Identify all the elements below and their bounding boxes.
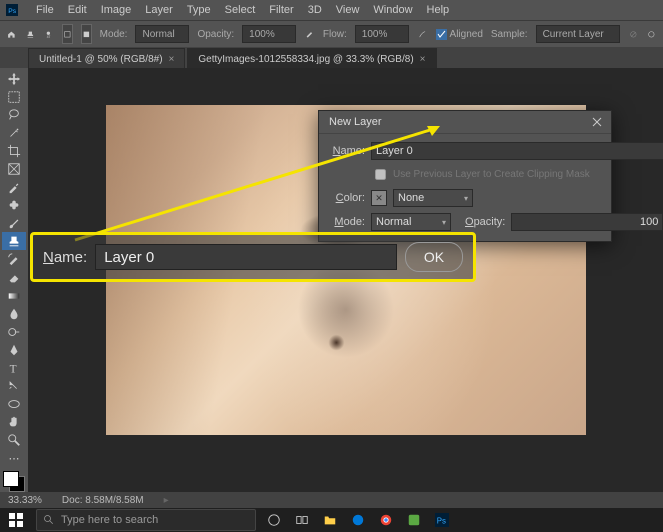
menu-layer[interactable]: Layer: [145, 4, 173, 16]
marquee-tool-icon[interactable]: [2, 88, 26, 106]
shape-tool-icon[interactable]: [2, 395, 26, 413]
cortana-icon[interactable]: [260, 508, 288, 532]
wand-tool-icon[interactable]: [2, 124, 26, 142]
dialog-title: New Layer: [329, 116, 382, 128]
dodge-tool-icon[interactable]: [2, 323, 26, 341]
pressure-opacity-icon[interactable]: [304, 24, 315, 44]
stamp-tool-icon[interactable]: [2, 232, 26, 250]
eyedropper-tool-icon[interactable]: [2, 178, 26, 196]
callout-name-input[interactable]: [95, 244, 397, 270]
explorer-icon[interactable]: [316, 508, 344, 532]
menu-3d[interactable]: 3D: [308, 4, 322, 16]
svg-text:47: 47: [47, 35, 51, 39]
color-swatch-icon[interactable]: ✕: [371, 190, 387, 206]
menu-window[interactable]: Window: [373, 4, 412, 16]
pen-tool-icon[interactable]: [2, 341, 26, 359]
menu-filter[interactable]: Filter: [269, 4, 293, 16]
menu-type[interactable]: Type: [187, 4, 211, 16]
menu-select[interactable]: Select: [225, 4, 256, 16]
svg-text:Ps: Ps: [437, 517, 446, 526]
color-select[interactable]: None: [393, 189, 473, 207]
menu-view[interactable]: View: [336, 4, 360, 16]
new-layer-dialog: New Layer Name: Use Previous Layer to Cr…: [318, 110, 612, 242]
camtasia-icon[interactable]: [400, 508, 428, 532]
move-tool-icon[interactable]: [2, 70, 26, 88]
task-view-icon[interactable]: [288, 508, 316, 532]
zoom-level[interactable]: 33.33%: [8, 495, 42, 506]
aligned-checkbox[interactable]: Aligned: [436, 29, 483, 40]
opacity-select[interactable]: 100%: [242, 25, 296, 43]
windows-taskbar: Type here to search Ps: [0, 508, 663, 532]
callout-ok-button[interactable]: OK: [405, 242, 463, 272]
name-input[interactable]: [371, 142, 663, 160]
chrome-icon[interactable]: [372, 508, 400, 532]
stamp-tool-icon[interactable]: [25, 24, 36, 44]
crop-tool-icon[interactable]: [2, 142, 26, 160]
color-label: Color:: [329, 192, 365, 204]
mode-select[interactable]: Normal: [135, 25, 189, 43]
tab-gettyimages[interactable]: GettyImages-1012558334.jpg @ 33.3% (RGB/…: [187, 48, 436, 69]
zoom-tool-icon[interactable]: [2, 431, 26, 449]
status-bar: 33.33% Doc: 8.58M/8.58M ▸: [0, 492, 663, 508]
photoshop-taskbar-icon[interactable]: Ps: [428, 508, 456, 532]
brush-panel-icon[interactable]: [62, 24, 73, 44]
search-icon: [43, 514, 55, 526]
start-button[interactable]: [0, 508, 32, 532]
pressure-size-icon[interactable]: [646, 24, 657, 44]
flow-label: Flow:: [323, 29, 347, 40]
menu-help[interactable]: Help: [427, 4, 450, 16]
callout-name-label: Name:: [43, 249, 87, 266]
brush-tool-icon[interactable]: [2, 214, 26, 232]
type-tool-icon[interactable]: T: [2, 359, 26, 377]
flow-select[interactable]: 100%: [355, 25, 409, 43]
menu-file[interactable]: File: [36, 4, 54, 16]
menu-bar: Ps File Edit Image Layer Type Select Fil…: [0, 0, 663, 20]
svg-text:Ps: Ps: [8, 8, 17, 15]
chevron-right-icon[interactable]: ▸: [164, 495, 169, 506]
gradient-tool-icon[interactable]: [2, 287, 26, 305]
color-swatches[interactable]: [3, 471, 25, 492]
name-label: Name:: [329, 145, 365, 157]
home-icon[interactable]: [6, 24, 17, 44]
tab-untitled[interactable]: Untitled-1 @ 50% (RGB/8#)×: [28, 48, 185, 69]
close-icon[interactable]: ×: [169, 54, 175, 65]
options-bar: 47 Mode: Normal Opacity: 100% Flow: 100%…: [0, 20, 663, 47]
ignore-adjust-icon[interactable]: [628, 24, 639, 44]
doc-size[interactable]: Doc: 8.58M/8.58M: [62, 495, 144, 506]
lasso-tool-icon[interactable]: [2, 106, 26, 124]
blend-mode-label: Mode:: [329, 216, 365, 228]
mode-select[interactable]: Normal: [371, 213, 451, 231]
menu-image[interactable]: Image: [101, 4, 132, 16]
menu-edit[interactable]: Edit: [68, 4, 87, 16]
sample-label: Sample:: [491, 29, 528, 40]
clipping-mask-checkbox: Use Previous Layer to Create Clipping Ma…: [371, 166, 663, 183]
document-tabs: Untitled-1 @ 50% (RGB/8#)× GettyImages-1…: [0, 47, 663, 70]
annotation-callout: Name: OK: [30, 232, 476, 282]
path-tool-icon[interactable]: [2, 377, 26, 395]
edit-toolbar-icon[interactable]: ⋯: [2, 449, 26, 467]
sample-select[interactable]: Current Layer: [536, 25, 620, 43]
edge-icon[interactable]: [344, 508, 372, 532]
mode-label: Mode:: [100, 29, 128, 40]
blur-tool-icon[interactable]: [2, 305, 26, 323]
svg-text:T: T: [10, 363, 17, 375]
search-input[interactable]: Type here to search: [36, 509, 256, 531]
opacity-input[interactable]: [511, 213, 663, 231]
history-brush-icon[interactable]: [2, 250, 26, 268]
airbrush-icon[interactable]: [417, 24, 428, 44]
brush-settings-icon[interactable]: [81, 24, 92, 44]
heal-tool-icon[interactable]: [2, 196, 26, 214]
close-icon[interactable]: [589, 114, 605, 130]
opacity-label: Opacity:: [197, 29, 234, 40]
eraser-tool-icon[interactable]: [2, 269, 26, 287]
frame-tool-icon[interactable]: [2, 160, 26, 178]
photoshop-logo-icon: Ps: [6, 4, 18, 16]
tools-panel: T ⋯: [0, 68, 28, 492]
brush-preset-icon[interactable]: 47: [43, 24, 54, 44]
close-icon[interactable]: ×: [420, 54, 426, 65]
hand-tool-icon[interactable]: [2, 413, 26, 431]
